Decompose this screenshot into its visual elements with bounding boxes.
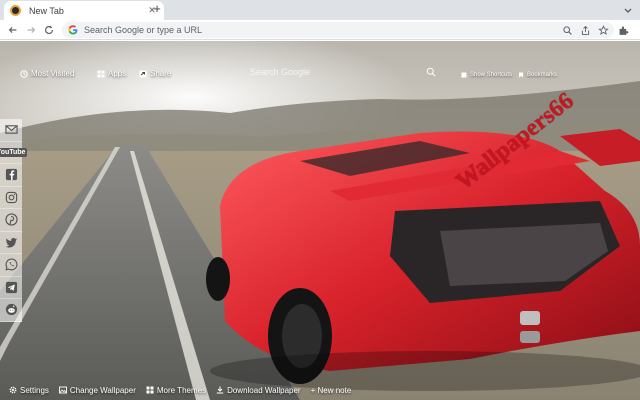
- show-shortcuts-label: Show Shortcuts: [470, 72, 513, 78]
- reload-icon[interactable]: [42, 23, 56, 37]
- tab-title: New Tab: [29, 5, 64, 16]
- tab-search-icon[interactable]: [622, 4, 634, 16]
- show-shortcuts-button[interactable]: Show Shortcuts: [461, 72, 512, 78]
- download-icon: [216, 386, 224, 394]
- telegram-icon[interactable]: [0, 276, 22, 299]
- whatsapp-icon[interactable]: [0, 254, 22, 277]
- reddit-icon[interactable]: [0, 299, 22, 322]
- search-input[interactable]: [250, 67, 426, 77]
- youtube-icon[interactable]: YouTube: [0, 141, 28, 164]
- extensions-icon[interactable]: [616, 23, 630, 37]
- google-icon: [68, 25, 78, 35]
- facebook-icon[interactable]: [0, 164, 22, 187]
- twitter-icon[interactable]: [0, 231, 22, 254]
- more-themes-button[interactable]: More Themes: [146, 386, 206, 395]
- search-box[interactable]: [250, 65, 446, 79]
- gear-icon: [9, 386, 17, 394]
- apps-grid-icon: [97, 70, 105, 78]
- most-visited-button[interactable]: Most Visited: [20, 69, 74, 78]
- download-wallpaper-label: Download Wallpaper: [227, 385, 301, 395]
- share-icon: [139, 70, 147, 78]
- settings-button[interactable]: Settings: [9, 386, 49, 395]
- more-themes-label: More Themes: [156, 385, 207, 395]
- omnibox[interactable]: [62, 22, 614, 38]
- settings-label: Settings: [20, 385, 49, 395]
- image-icon: [58, 386, 67, 394]
- shortcuts-icon: [461, 72, 467, 78]
- tab-strip: New Tab ✕ +: [0, 0, 640, 20]
- zoom-icon[interactable]: [560, 23, 574, 37]
- clock-icon: [20, 69, 28, 78]
- search-icon[interactable]: [426, 67, 436, 77]
- bookmarks-button[interactable]: Bookmarks: [518, 72, 557, 78]
- new-tab-page: Most Visited Apps Share Show Shortcuts B…: [0, 41, 640, 400]
- tab-new-tab[interactable]: New Tab ✕: [4, 1, 164, 20]
- lamborghini-logo-icon: [10, 5, 21, 16]
- apps-label: Apps: [108, 69, 127, 78]
- new-tab-button[interactable]: +: [150, 2, 164, 16]
- change-wallpaper-button[interactable]: Change Wallpaper: [58, 385, 136, 395]
- toolbar: [0, 20, 640, 40]
- most-visited-label: Most Visited: [31, 69, 75, 78]
- new-note-label: + New note: [310, 385, 352, 395]
- omnibox-input[interactable]: [84, 25, 484, 35]
- apps-button[interactable]: Apps: [97, 69, 126, 78]
- bookmark-star-icon[interactable]: [596, 23, 610, 37]
- share-page-icon[interactable]: [578, 23, 592, 37]
- change-wallpaper-label: Change Wallpaper: [69, 385, 136, 395]
- themes-grid-icon: [146, 386, 154, 394]
- bookmark-icon: [518, 72, 524, 78]
- wallpaper-image: [0, 41, 640, 400]
- new-note-button[interactable]: + New note: [311, 386, 352, 395]
- youtube-label: YouTube: [0, 147, 28, 157]
- instagram-icon[interactable]: [0, 186, 22, 209]
- gmail-icon[interactable]: [0, 119, 22, 142]
- pinterest-icon[interactable]: [0, 209, 22, 232]
- forward-icon[interactable]: [24, 23, 38, 37]
- share-button[interactable]: Share: [139, 69, 171, 78]
- back-icon[interactable]: [6, 23, 20, 37]
- social-sidebar: YouTube: [0, 119, 28, 322]
- download-wallpaper-button[interactable]: Download Wallpaper: [216, 386, 301, 395]
- share-label: Share: [150, 69, 172, 78]
- bottom-bar: Settings Change Wallpaper More Themes Do…: [0, 380, 640, 400]
- bookmarks-label: Bookmarks: [527, 72, 558, 78]
